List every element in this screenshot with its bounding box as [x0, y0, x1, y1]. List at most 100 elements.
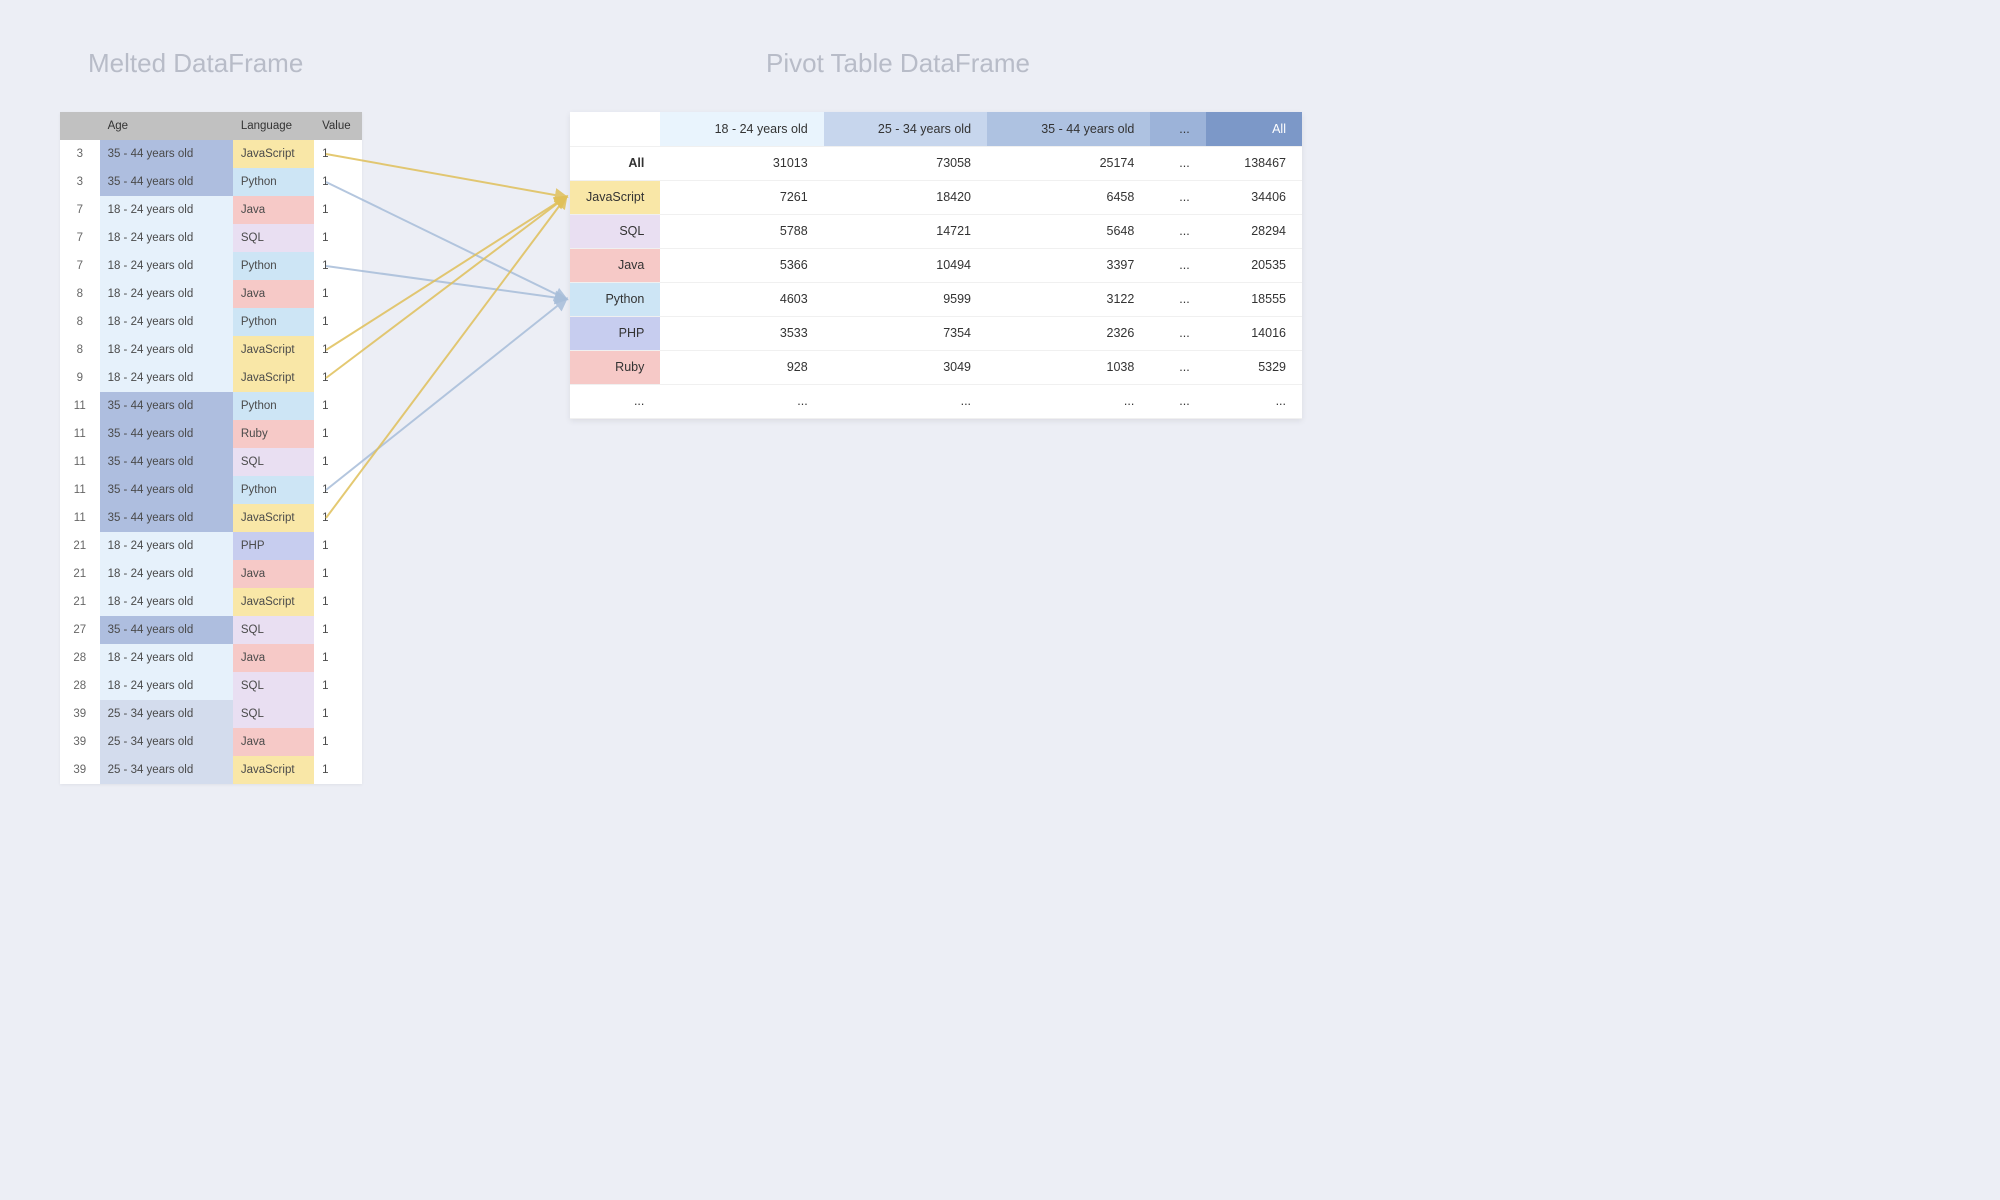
row-index: 3 — [60, 140, 100, 168]
table-row: 918 - 24 years oldJavaScript1 — [60, 364, 362, 392]
pivot-cell: 18420 — [824, 180, 987, 214]
pivot-cell: 9599 — [824, 282, 987, 316]
row-index: 11 — [60, 504, 100, 532]
row-value: 1 — [314, 756, 362, 784]
pivot-cell: 31013 — [660, 146, 823, 180]
row-value: 1 — [314, 336, 362, 364]
table-row: 1135 - 44 years oldJavaScript1 — [60, 504, 362, 532]
pivot-cell: 5329 — [1206, 350, 1302, 384]
pivot-cell: ... — [1150, 180, 1205, 214]
row-value: 1 — [314, 672, 362, 700]
table-row: Ruby92830491038...5329 — [570, 350, 1302, 384]
row-age: 35 - 44 years old — [100, 420, 233, 448]
row-value: 1 — [314, 252, 362, 280]
row-language: JavaScript — [233, 504, 314, 532]
pivot-cell: 138467 — [1206, 146, 1302, 180]
flow-arrow — [326, 266, 566, 299]
table-row: 818 - 24 years oldJavaScript1 — [60, 336, 362, 364]
row-age: 35 - 44 years old — [100, 392, 233, 420]
row-value: 1 — [314, 728, 362, 756]
row-value: 1 — [314, 420, 362, 448]
pivot-cell: ... — [1150, 282, 1205, 316]
row-age: 18 - 24 years old — [100, 196, 233, 224]
row-language: SQL — [233, 224, 314, 252]
pivot-cell: 10494 — [824, 248, 987, 282]
table-row: 818 - 24 years oldPython1 — [60, 308, 362, 336]
row-language: Java — [233, 644, 314, 672]
pivot-cell: 14721 — [824, 214, 987, 248]
pivot-cell: ... — [824, 384, 987, 418]
row-language: SQL — [233, 616, 314, 644]
row-index: 8 — [60, 280, 100, 308]
table-row: 1135 - 44 years oldPython1 — [60, 392, 362, 420]
row-age: 25 - 34 years old — [100, 700, 233, 728]
row-index: 8 — [60, 308, 100, 336]
pivot-cell: 14016 — [1206, 316, 1302, 350]
row-age: 18 - 24 years old — [100, 308, 233, 336]
row-language: Java — [233, 728, 314, 756]
melted-table: Age Language Value 335 - 44 years oldJav… — [60, 112, 362, 784]
pivot-row-label: Ruby — [570, 350, 660, 384]
pivot-cell: ... — [660, 384, 823, 418]
table-row: 2818 - 24 years oldJava1 — [60, 644, 362, 672]
row-value: 1 — [314, 196, 362, 224]
pivot-row-label: PHP — [570, 316, 660, 350]
pivot-cell: 3049 — [824, 350, 987, 384]
pivot-row-label: Java — [570, 248, 660, 282]
row-age: 18 - 24 years old — [100, 644, 233, 672]
row-language: JavaScript — [233, 364, 314, 392]
row-value: 1 — [314, 644, 362, 672]
row-value: 1 — [314, 448, 362, 476]
row-language: JavaScript — [233, 588, 314, 616]
table-row: 718 - 24 years oldPython1 — [60, 252, 362, 280]
row-value: 1 — [314, 140, 362, 168]
row-index: 9 — [60, 364, 100, 392]
table-row: 1135 - 44 years oldRuby1 — [60, 420, 362, 448]
flow-arrow — [326, 299, 566, 490]
table-row: 3925 - 34 years oldSQL1 — [60, 700, 362, 728]
row-language: Java — [233, 560, 314, 588]
table-row: Python460395993122...18555 — [570, 282, 1302, 316]
melted-title: Melted DataFrame — [88, 48, 303, 79]
row-age: 18 - 24 years old — [100, 364, 233, 392]
pivot-cell: ... — [1150, 248, 1205, 282]
row-age: 18 - 24 years old — [100, 532, 233, 560]
table-row: 718 - 24 years oldSQL1 — [60, 224, 362, 252]
table-row: PHP353373542326...14016 — [570, 316, 1302, 350]
pivot-cell: 5366 — [660, 248, 823, 282]
pivot-header-col: ... — [1150, 112, 1205, 146]
row-language: Python — [233, 168, 314, 196]
pivot-cell: 5648 — [987, 214, 1150, 248]
flow-arrow — [326, 197, 566, 518]
row-age: 35 - 44 years old — [100, 504, 233, 532]
row-language: PHP — [233, 532, 314, 560]
row-age: 35 - 44 years old — [100, 616, 233, 644]
table-row: JavaScript7261184206458...34406 — [570, 180, 1302, 214]
row-age: 18 - 24 years old — [100, 588, 233, 616]
pivot-row-label: JavaScript — [570, 180, 660, 214]
melted-header-index — [60, 112, 100, 140]
table-row: .................. — [570, 384, 1302, 418]
row-index: 21 — [60, 532, 100, 560]
row-age: 35 - 44 years old — [100, 476, 233, 504]
row-language: JavaScript — [233, 336, 314, 364]
pivot-cell: 6458 — [987, 180, 1150, 214]
pivot-cell: 2326 — [987, 316, 1150, 350]
row-language: Java — [233, 280, 314, 308]
melted-header-value: Value — [314, 112, 362, 140]
row-value: 1 — [314, 168, 362, 196]
pivot-header-col: All — [1206, 112, 1302, 146]
row-index: 21 — [60, 560, 100, 588]
pivot-cell: 28294 — [1206, 214, 1302, 248]
row-language: Python — [233, 476, 314, 504]
pivot-cell: 18555 — [1206, 282, 1302, 316]
pivot-cell: ... — [1150, 316, 1205, 350]
row-value: 1 — [314, 364, 362, 392]
melted-header-age: Age — [100, 112, 233, 140]
pivot-cell: 7354 — [824, 316, 987, 350]
table-row: 1135 - 44 years oldSQL1 — [60, 448, 362, 476]
table-row: 3925 - 34 years oldJavaScript1 — [60, 756, 362, 784]
pivot-cell: ... — [1150, 350, 1205, 384]
pivot-cell: 73058 — [824, 146, 987, 180]
pivot-row-label: SQL — [570, 214, 660, 248]
